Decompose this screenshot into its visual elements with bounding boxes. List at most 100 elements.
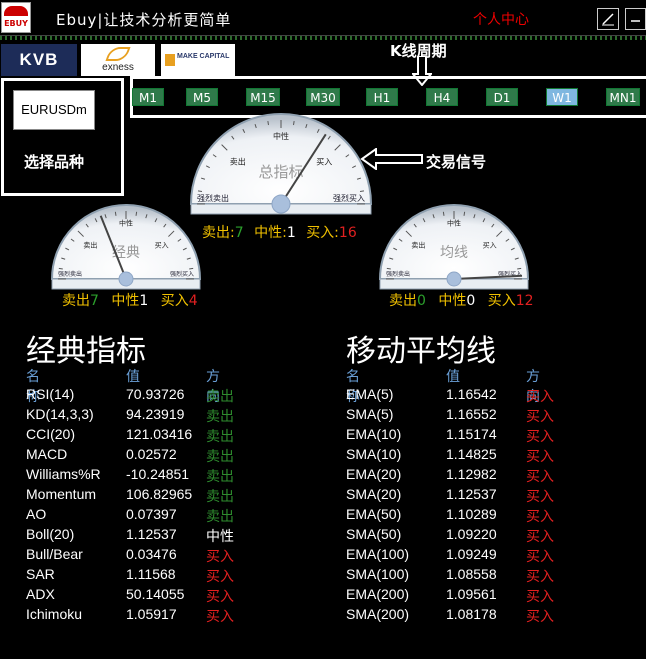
diagonal-line-icon xyxy=(602,13,614,26)
app-logo: EBUY xyxy=(1,2,31,33)
sell-count: 7 xyxy=(90,293,99,309)
neutral-count: 1 xyxy=(286,225,296,241)
indicator-value: 0.03476 xyxy=(126,546,177,562)
indicator-value: 1.05917 xyxy=(126,606,177,622)
indicator-value: 1.12537 xyxy=(446,486,497,502)
indicator-direction: 买入 xyxy=(526,548,554,564)
ma-gauge-dial: 卖出中性买入强烈卖出 强烈买入均线 xyxy=(378,204,530,290)
scale-sell-label: 卖出 xyxy=(83,240,97,249)
indicator-direction: 买入 xyxy=(526,388,554,404)
indicator-direction: 卖出 xyxy=(206,488,234,504)
symbol-selector[interactable]: EURUSDm xyxy=(13,90,95,130)
summary-gauge: 卖出 中性 买入 强烈卖出 强烈买入 总指标 xyxy=(190,112,372,216)
logo-text: EBUY xyxy=(4,19,28,28)
broker-kvb-label: KVB xyxy=(19,50,59,69)
broker-makecapital-button[interactable]: MAKE CAPITAL xyxy=(161,44,235,76)
indicator-name: EMA(5) xyxy=(346,386,394,402)
timeframe-h4-button[interactable]: H4 xyxy=(426,88,458,106)
scale-buy-label: 买入 xyxy=(155,241,169,249)
symbol-panel: EURUSDm 选择品种 xyxy=(1,78,124,196)
indicator-name: SMA(10) xyxy=(346,446,402,462)
timeframe-m30-button[interactable]: M30 xyxy=(306,88,340,106)
sell-count: 0 xyxy=(417,293,426,309)
time-ruler xyxy=(0,36,646,40)
indicator-name: SMA(100) xyxy=(346,566,410,582)
scale-neutral-label: 中性 xyxy=(273,131,289,141)
exness-logo-icon xyxy=(105,47,131,61)
indicator-name: EMA(200) xyxy=(346,586,410,602)
indicator-direction: 买入 xyxy=(526,508,554,524)
timeframe-m1-button[interactable]: M1 xyxy=(132,88,164,106)
ma-gauge-counts: 卖出0 中性0 买入12 xyxy=(389,290,534,310)
sell-label: 卖出: xyxy=(202,225,235,241)
classic-gauge-counts: 卖出7 中性1 买入4 xyxy=(62,290,198,310)
gauge-tick xyxy=(293,120,295,126)
indicator-value: 50.14055 xyxy=(126,586,185,602)
indicator-value: 1.09561 xyxy=(446,586,497,602)
timeframe-mn1-button[interactable]: MN1 xyxy=(606,88,640,106)
indicator-direction: 卖出 xyxy=(206,408,234,424)
gauge-tick xyxy=(197,190,203,192)
indicator-value: 1.14825 xyxy=(446,446,497,462)
indicator-name: EMA(100) xyxy=(346,546,410,562)
table-header: 值 xyxy=(446,369,460,385)
gauge-tick xyxy=(114,211,117,216)
choose-symbol-annotation: 选择品种 xyxy=(24,153,85,171)
timeframe-m5-button[interactable]: M5 xyxy=(186,88,218,106)
minimize-button[interactable] xyxy=(625,8,646,30)
timeframe-d1-button[interactable]: D1 xyxy=(486,88,518,106)
indicator-value: 106.82965 xyxy=(126,486,193,502)
buy-label: 买入 xyxy=(487,293,516,309)
neutral-count: 1 xyxy=(139,293,149,309)
indicator-value: 1.08178 xyxy=(446,606,497,622)
indicator-direction: 买入 xyxy=(526,428,554,444)
user-center-link[interactable]: 个人中心 xyxy=(473,9,529,29)
minimize-icon xyxy=(631,20,640,22)
neutral-label: 中性 xyxy=(111,293,140,309)
indicator-name: SAR xyxy=(26,566,55,582)
timeframe-w1-button[interactable]: W1 xyxy=(546,88,578,106)
gauge-tick xyxy=(386,267,391,270)
indicator-name: EMA(10) xyxy=(346,426,402,442)
maximize-button[interactable] xyxy=(597,8,619,30)
indicator-direction: 买入 xyxy=(526,488,554,504)
neutral-count: 0 xyxy=(466,293,476,309)
classic-indicators-title: 经典指标 xyxy=(26,334,146,369)
timeframe-m15-button[interactable]: M15 xyxy=(246,88,280,106)
gauge-tick xyxy=(463,211,466,216)
sell-label: 卖出 xyxy=(389,293,417,309)
app-title: Ebuy|让技术分析更简单 xyxy=(56,11,232,29)
indicator-name: AO xyxy=(26,506,47,522)
ma-gauge: 卖出 中性 买入 强烈卖出 强烈买入 均线 xyxy=(378,200,530,290)
indicator-name: SMA(5) xyxy=(346,406,394,422)
timeframe-h1-button[interactable]: H1 xyxy=(366,88,398,106)
indicator-direction: 卖出 xyxy=(206,388,234,404)
broker-kvb-button[interactable]: KVB xyxy=(1,44,77,76)
indicator-direction: 买入 xyxy=(526,528,554,544)
indicator-direction: 买入 xyxy=(526,448,554,464)
gauge-tick xyxy=(189,267,194,270)
indicator-value: 1.12982 xyxy=(446,466,497,482)
indicator-value: 1.09220 xyxy=(446,526,497,542)
indicator-value: 1.16552 xyxy=(446,406,497,422)
scale-buy-label: 买入 xyxy=(316,158,332,167)
indicator-direction: 中性 xyxy=(206,528,234,544)
indicator-direction: 卖出 xyxy=(206,428,234,444)
indicator-direction: 卖出 xyxy=(206,508,234,524)
indicator-name: SMA(200) xyxy=(346,606,410,622)
indicator-name: SMA(50) xyxy=(346,526,402,542)
scale-strong-sell-label: 强烈卖出 xyxy=(58,270,82,278)
indicator-direction: 卖出 xyxy=(206,468,234,484)
broker-exness-button[interactable]: exness xyxy=(81,44,155,76)
buy-count: 4 xyxy=(188,293,198,309)
indicator-name: Boll(20) xyxy=(26,526,75,542)
gauge-tick xyxy=(135,211,138,216)
classic-gauge: 卖出 中性 买入 强烈卖出 强烈买入 经典 xyxy=(50,200,202,290)
scale-strong-buy-label: 强烈买入 xyxy=(170,270,194,278)
indicator-value: 1.09249 xyxy=(446,546,497,562)
scale-sell-label: 卖出 xyxy=(411,240,425,249)
indicator-value: 121.03416 xyxy=(126,426,193,442)
indicator-name: Ichimoku xyxy=(26,606,83,622)
broker-exness-label: exness xyxy=(102,62,134,73)
gauge-tick xyxy=(359,190,365,192)
